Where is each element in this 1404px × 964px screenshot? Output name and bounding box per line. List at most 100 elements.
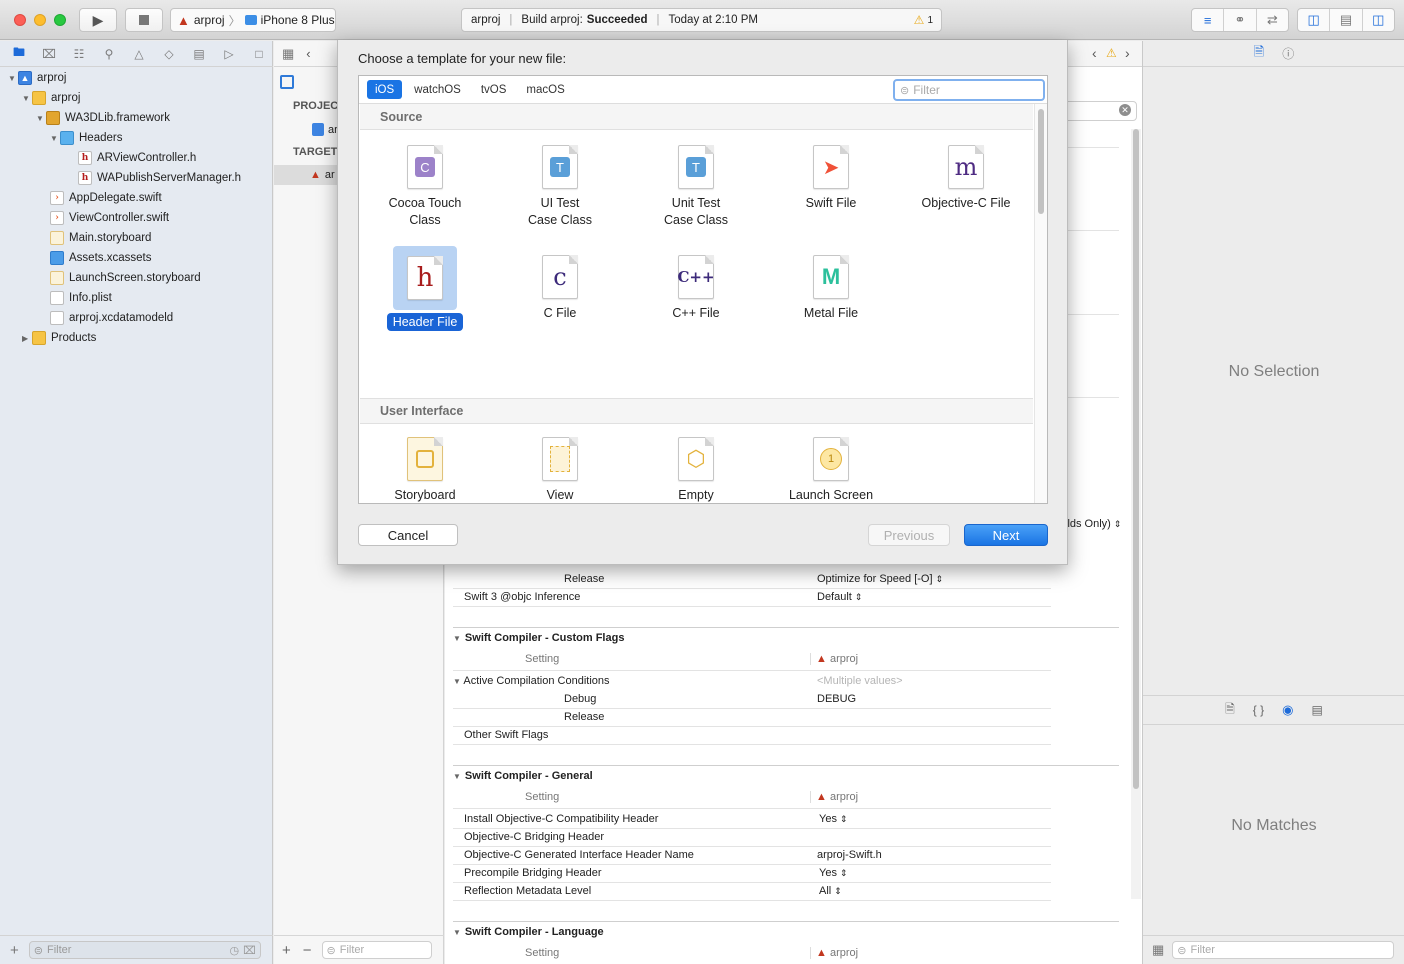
disclosure-down-icon[interactable]: ▼: [50, 134, 60, 143]
setting-row[interactable]: Release Optimize for Speed [-O] ⇕: [445, 570, 1055, 588]
tab-macos[interactable]: macOS: [518, 80, 572, 99]
setting-row[interactable]: Precompile Bridging Header Yes ⇕: [445, 864, 1055, 882]
tab-tvos[interactable]: tvOS: [473, 80, 515, 99]
warning-icon[interactable]: ⚠: [914, 13, 925, 27]
view-toggle-control[interactable]: ◫ ▤ ◫: [1297, 8, 1395, 32]
section-header[interactable]: ▼ Swift Compiler - Custom Flags: [453, 632, 624, 644]
zoom-window-button[interactable]: [54, 14, 66, 26]
template-storyboard[interactable]: Storyboard: [365, 437, 485, 504]
tree-item-group[interactable]: ▶ Products: [0, 328, 273, 348]
scheme-device[interactable]: iPhone 8 Plus: [261, 13, 335, 27]
related-items-icon[interactable]: ▦: [282, 46, 294, 62]
targets-filter-field[interactable]: ⊜ Filter: [321, 941, 432, 959]
setting-row[interactable]: Swift 3 @objc Inference Default ⇕: [445, 588, 1055, 606]
object-library-icon[interactable]: ◉: [1282, 702, 1293, 718]
navigator-toggle-icon[interactable]: ◫: [1298, 9, 1331, 31]
section-header[interactable]: ▼ Swift Compiler - Language: [453, 926, 604, 938]
setting-value[interactable]: <Multiple values>: [817, 675, 903, 687]
setting-value[interactable]: All ⇕: [817, 885, 842, 897]
section-header[interactable]: ▼ Swift Compiler - General: [453, 770, 593, 782]
template-swift-file[interactable]: ➤ Swift File: [771, 145, 891, 212]
warning-icon[interactable]: ⚠: [1106, 46, 1117, 60]
recent-files-icon[interactable]: ◷: [229, 944, 239, 957]
back-nav-icon[interactable]: ‹: [1092, 45, 1097, 61]
breakpoint-icon[interactable]: ▷: [218, 47, 240, 61]
symbol-icon[interactable]: ☷: [68, 47, 90, 61]
setting-value[interactable]: Optimize for Speed [-O] ⇕: [817, 573, 943, 585]
setting-row[interactable]: Install Objective-C Compatibility Header…: [445, 810, 1055, 828]
sidebar-toggle-icon[interactable]: [280, 75, 294, 89]
tab-watchos[interactable]: watchOS: [406, 80, 469, 99]
disclosure-down-icon[interactable]: ▼: [22, 94, 32, 103]
tree-item-group[interactable]: ▼ arproj: [0, 88, 273, 108]
editor-scrollbar[interactable]: [1131, 129, 1141, 899]
grid-view-icon[interactable]: ▦: [1152, 942, 1164, 958]
setting-row[interactable]: Objective-C Generated Interface Header N…: [445, 846, 1055, 864]
template-unit-test-case-class[interactable]: T Unit Test Case Class: [636, 145, 756, 229]
library-filter-field[interactable]: ⊜ Filter: [1172, 941, 1395, 959]
help-icon[interactable]: ⓘ: [1282, 45, 1294, 62]
setting-value[interactable]: arproj-Swift.h: [817, 849, 882, 861]
disclosure-down-icon[interactable]: ▼: [453, 928, 461, 937]
disclosure-down-icon[interactable]: ▼: [8, 74, 18, 83]
media-library-icon[interactable]: ▤: [1312, 703, 1323, 717]
setting-row[interactable]: Other Swift Flags: [445, 726, 1055, 744]
assistant-editor-icon[interactable]: ⚭: [1224, 9, 1257, 31]
scroll-thumb[interactable]: [1038, 109, 1044, 214]
add-target-icon[interactable]: +: [282, 942, 291, 959]
template-cocoa-touch-class[interactable]: C Cocoa Touch Class: [365, 145, 485, 229]
clear-search-icon[interactable]: ✕: [1119, 104, 1131, 116]
test-icon[interactable]: ◇: [158, 47, 180, 61]
disclosure-down-icon[interactable]: ▼: [36, 114, 46, 123]
template-cpp-file[interactable]: C++ C++ File: [636, 255, 756, 322]
setting-value[interactable]: Yes ⇕: [817, 813, 848, 825]
tree-item-file[interactable]: Assets.xcassets: [0, 248, 273, 268]
tree-item-file[interactable]: › ViewController.swift: [0, 208, 273, 228]
tree-item-headers[interactable]: ▼ Headers: [0, 128, 273, 148]
template-objective-c-file[interactable]: m Objective-C File: [906, 145, 1026, 212]
setting-row[interactable]: Reflection Metadata Level All ⇕: [445, 882, 1055, 900]
debug-area-toggle-icon[interactable]: ▤: [1330, 9, 1363, 31]
template-launch-screen[interactable]: 1 Launch Screen: [771, 437, 891, 504]
code-snippet-icon[interactable]: { }: [1253, 703, 1264, 717]
close-window-button[interactable]: [14, 14, 26, 26]
tab-ios[interactable]: iOS: [367, 80, 403, 99]
cancel-button[interactable]: Cancel: [358, 524, 458, 546]
add-icon[interactable]: +: [10, 942, 19, 959]
navigator-filter-field[interactable]: ⊜ Filter ◷ ⌧: [28, 941, 261, 959]
folder-icon[interactable]: 🖿: [8, 43, 30, 64]
template-ui-test-case-class[interactable]: T UI Test Case Class: [500, 145, 620, 229]
project-item[interactable]: ar: [312, 123, 338, 136]
setting-row[interactable]: Objective-C Bridging Header: [445, 828, 1055, 846]
setting-value[interactable]: Yes ⇕: [817, 867, 848, 879]
tree-item-file[interactable]: Info.plist: [0, 288, 273, 308]
source-control-icon[interactable]: ⌧: [38, 47, 60, 61]
setting-row[interactable]: Debug DEBUG: [445, 690, 1055, 708]
previous-button[interactable]: Previous: [868, 524, 950, 546]
tree-item-file[interactable]: Main.storyboard: [0, 228, 273, 248]
version-editor-icon[interactable]: ⇄: [1257, 9, 1288, 31]
remove-target-icon[interactable]: −: [303, 942, 312, 959]
stop-button[interactable]: [125, 8, 163, 32]
tree-item-file[interactable]: h WAPublishServerManager.h: [0, 168, 273, 188]
template-filter-field[interactable]: ⊜ Filter: [893, 79, 1045, 101]
setting-value[interactable]: Default ⇕: [817, 591, 862, 603]
partial-setting-value[interactable]: ilds Only) ⇕: [1065, 518, 1121, 530]
disclosure-right-icon[interactable]: ▶: [22, 334, 32, 343]
tree-item-file[interactable]: LaunchScreen.storyboard: [0, 268, 273, 288]
template-c-file[interactable]: c C File: [500, 255, 620, 322]
disclosure-down-icon[interactable]: ▼: [453, 772, 461, 781]
issue-icon[interactable]: △: [128, 47, 150, 61]
run-button[interactable]: ▶: [79, 8, 117, 32]
disclosure-down-icon[interactable]: ▼: [453, 634, 461, 643]
setting-value[interactable]: DEBUG: [817, 693, 856, 705]
search-icon[interactable]: ⚲: [98, 47, 120, 61]
scm-filter-icon[interactable]: ⌧: [243, 944, 256, 957]
tree-item-framework[interactable]: ▼ WA3DLib.framework: [0, 108, 273, 128]
tree-item-project[interactable]: ▼ ▲ arproj: [0, 68, 273, 88]
utilities-toggle-icon[interactable]: ◫: [1363, 9, 1394, 31]
tree-item-file[interactable]: h ARViewController.h: [0, 148, 273, 168]
scheme-selector[interactable]: ▲ arproj 〉 iPhone 8 Plus: [170, 8, 336, 32]
template-metal-file[interactable]: M Metal File: [771, 255, 891, 322]
settings-search-field[interactable]: ✕: [1062, 101, 1137, 121]
